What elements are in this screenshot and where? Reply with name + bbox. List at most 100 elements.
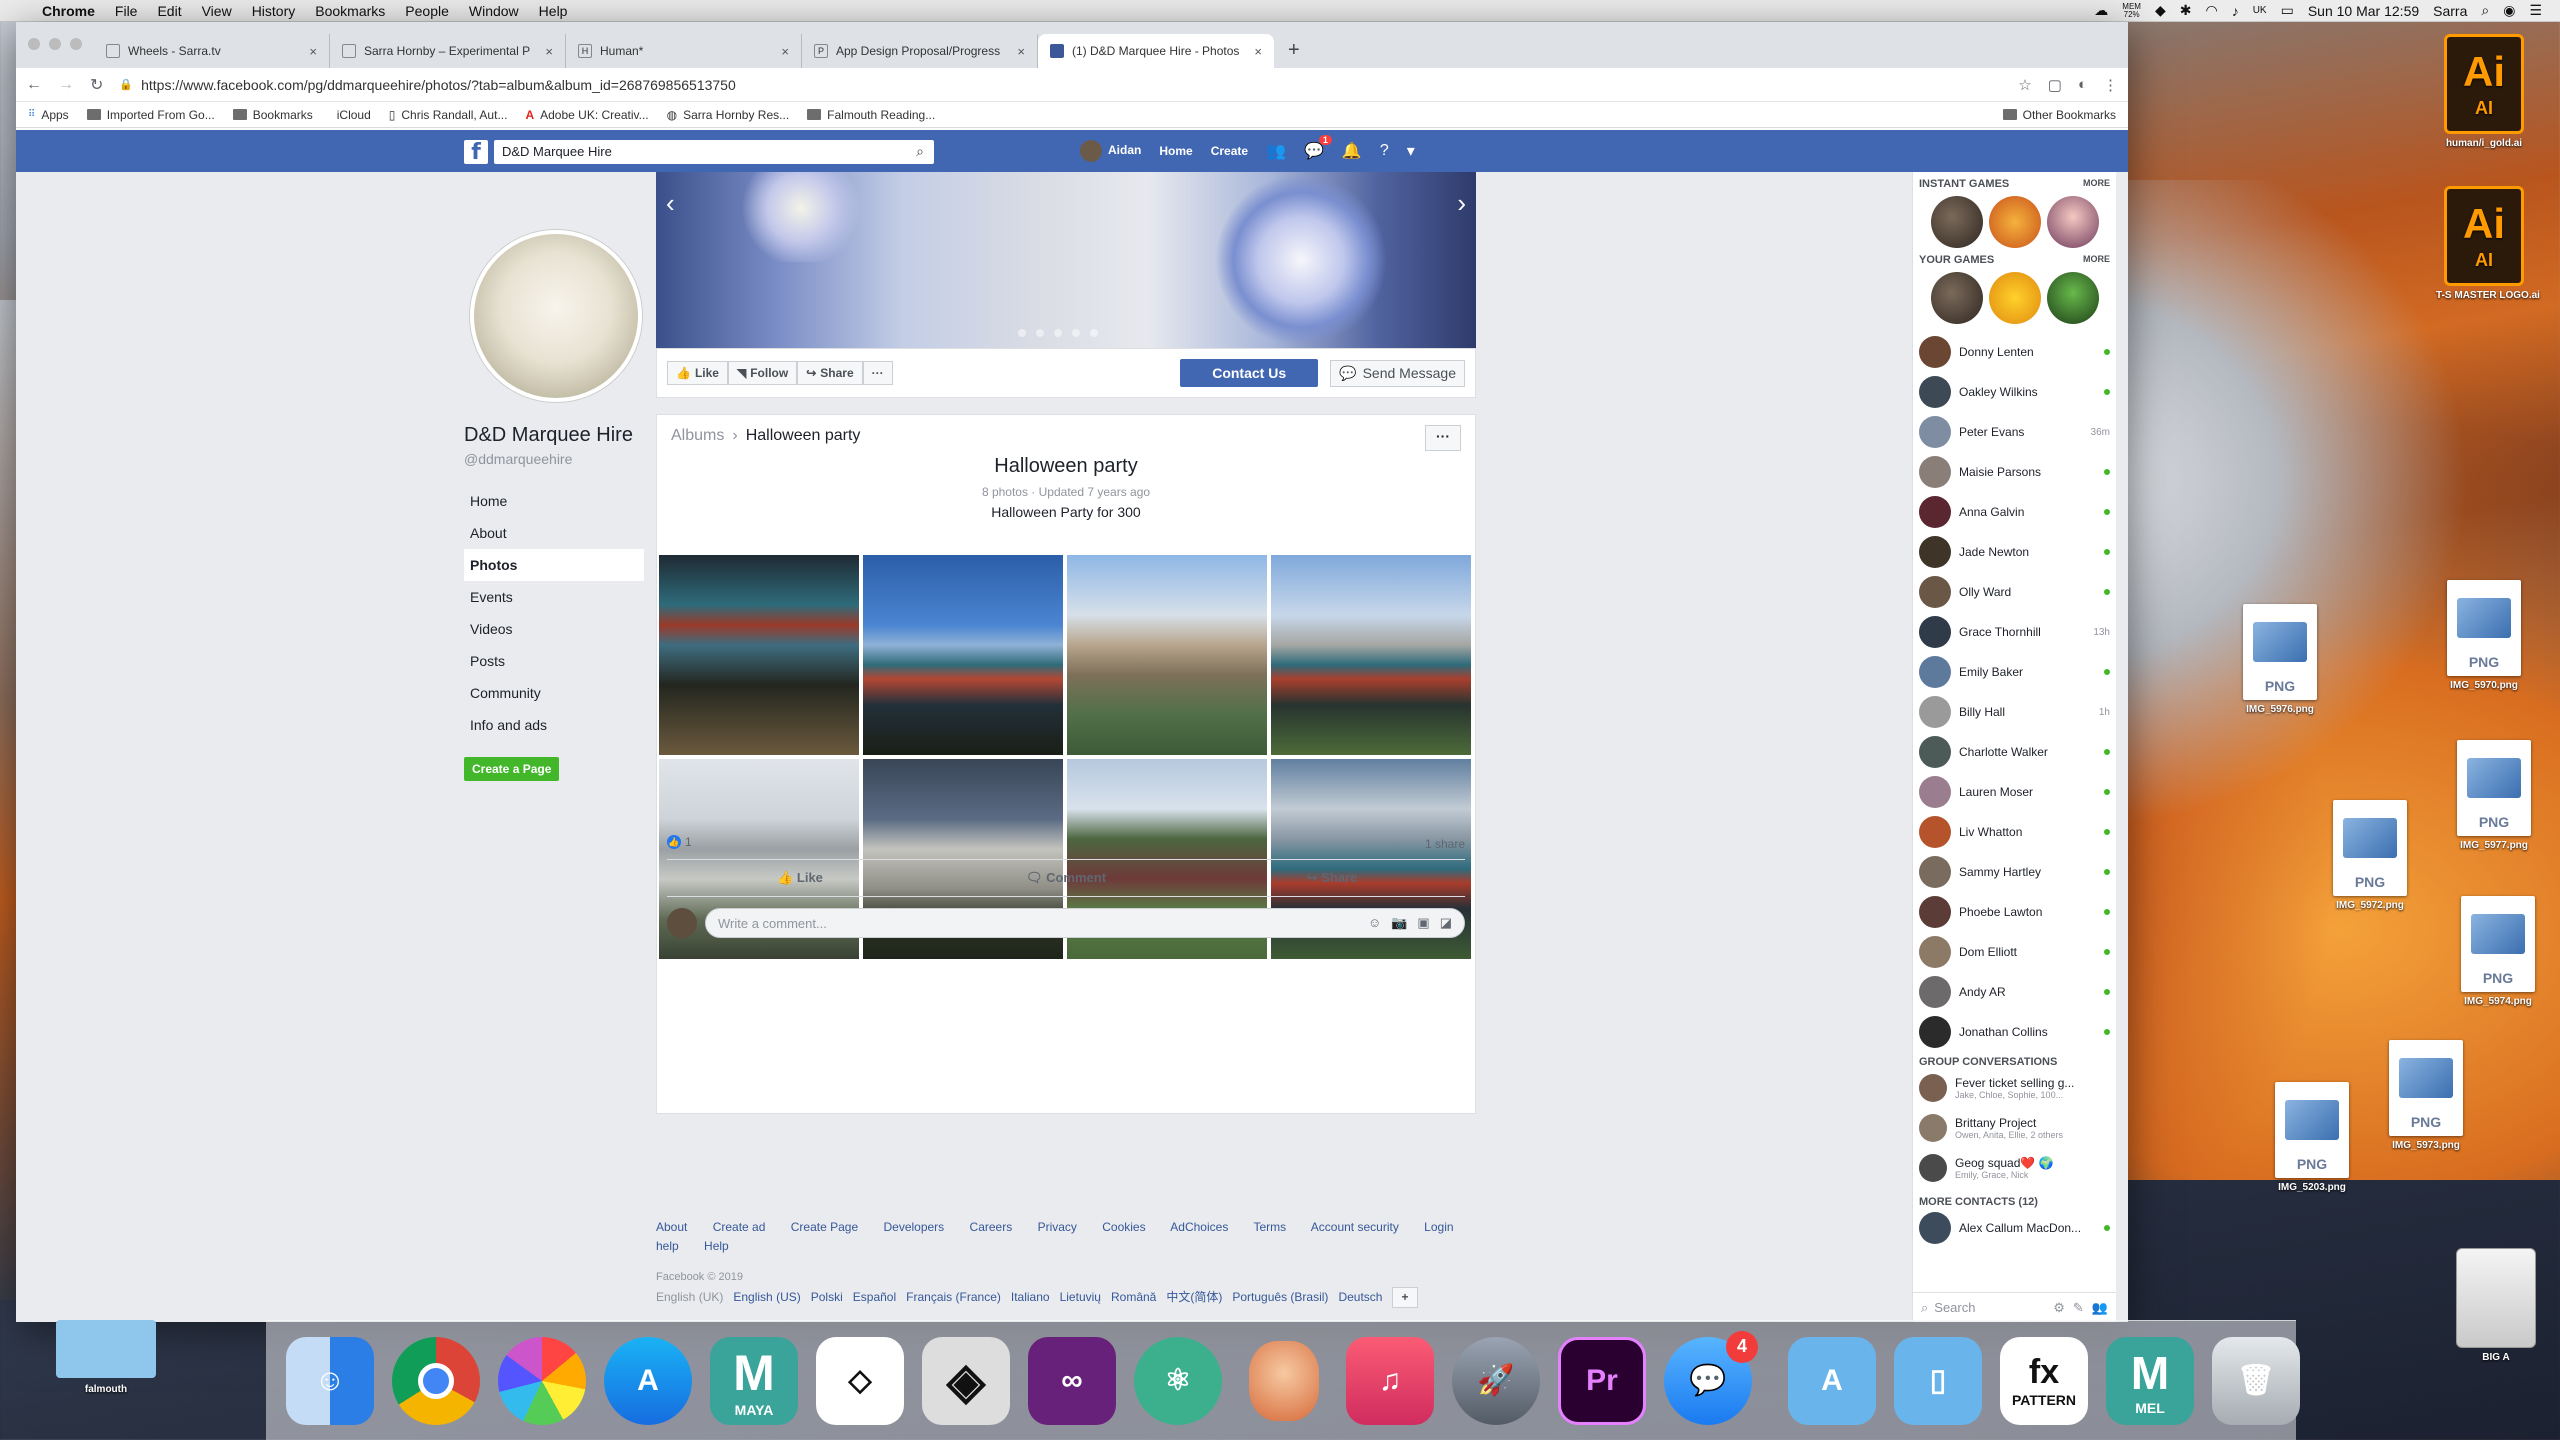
footer-link-developers[interactable]: Developers [883,1220,944,1234]
game-icon[interactable] [1989,196,2041,248]
album-more-button[interactable]: ··· [1425,425,1461,451]
album-photo[interactable] [1067,555,1267,755]
desktop-file-png[interactable]: PNG IMG_5977.png [2434,740,2554,851]
bookmark-imported[interactable]: Imported From Go... [86,108,215,122]
contact-row[interactable]: Olly Ward [1913,572,2116,612]
more-languages-button[interactable]: + [1392,1287,1418,1308]
menu-app-name[interactable]: Chrome [32,3,105,19]
language-link[interactable]: Português (Brasil) [1232,1290,1328,1304]
menu-edit[interactable]: Edit [147,3,191,19]
like-page-button[interactable]: 👍 Like [667,361,728,385]
pager-dot[interactable] [1054,329,1062,337]
desktop-file-ai[interactable]: Ai AI human/i_gold.ai [2444,34,2524,149]
gear-icon[interactable]: ⚙ [2053,1300,2065,1316]
contact-row[interactable]: Liv Whatton [1913,812,2116,852]
follow-button[interactable]: ◥ Follow [727,361,798,385]
notifications-bell-icon[interactable]: 🔔 [1342,141,1362,161]
language-link[interactable]: Italiano [1011,1290,1050,1304]
profile-icon[interactable]: ◐ [2078,76,2087,93]
friend-requests-icon[interactable]: 👥 [1266,141,1286,161]
contact-row[interactable]: Anna Galvin [1913,492,2116,532]
launchpad-icon[interactable]: 🚀 [1452,1336,1540,1425]
comment-input[interactable]: Write a comment... ☺ 📷 ▣ ◪ [705,908,1465,938]
language-link[interactable]: Lietuvių [1060,1290,1101,1304]
group-conversation[interactable]: Geog squad❤️ 🌍 Emily, Grace, Nick [1913,1148,2116,1188]
volume-icon[interactable]: ♪ [2232,3,2239,19]
footer-link-privacy[interactable]: Privacy [1038,1220,1077,1234]
messages-icon[interactable]: 💬 4 [1664,1330,1758,1425]
game-icon[interactable] [1931,196,1983,248]
bookmark-star-icon[interactable]: ☆ [2018,76,2031,94]
maya-icon[interactable]: M MAYA [710,1336,798,1425]
group-conversation[interactable]: Fever ticket selling g... Jake, Chloe, So… [1913,1068,2116,1108]
share-count[interactable]: 1 share [1425,837,1465,851]
emoji-icon[interactable]: ☺ [1368,915,1381,931]
pager-dot[interactable] [1072,329,1080,337]
tab-app-design[interactable]: P App Design Proposal/Progress × [802,34,1038,68]
trash-icon[interactable]: 🗑 [2212,1336,2300,1425]
desktop-folder[interactable]: falmouth [56,1320,156,1395]
nav-info-and-ads[interactable]: Info and ads [464,709,644,741]
cover-next-arrow-icon[interactable]: › [1457,188,1466,219]
nav-about[interactable]: About [464,517,644,549]
close-tab-icon[interactable]: × [1017,44,1025,59]
sticker-icon[interactable]: ◪ [1440,915,1452,931]
footer-link-create-ad[interactable]: Create ad [713,1220,766,1234]
nav-photos[interactable]: Photos [464,549,644,581]
input-flag[interactable]: UK [2253,5,2267,16]
back-arrow-icon[interactable]: ← [26,76,42,94]
applications-folder-icon[interactable]: A [1788,1336,1876,1425]
language-link[interactable]: Polski [811,1290,843,1304]
contact-row[interactable]: Charlotte Walker [1913,732,2116,772]
language-link[interactable]: 中文(简体) [1166,1290,1222,1304]
add-people-icon[interactable]: 👥 [2092,1300,2108,1316]
reaction-summary[interactable]: 👍 1 [667,835,692,849]
atom-icon[interactable]: ⚛ [1134,1336,1222,1425]
page-title[interactable]: D&D Marquee Hire [464,424,664,447]
contact-row[interactable]: Billy Hall 1h [1913,692,2116,732]
chat-search[interactable]: ⌕ Search ⚙ ✎ 👥 [1913,1292,2116,1322]
finder-icon[interactable]: ☺ [286,1336,374,1425]
contact-row[interactable]: Dom Elliott [1913,932,2116,972]
home-link[interactable]: Home [1159,144,1192,158]
facebook-search-input[interactable]: D&D Marquee Hire ⌕ [494,140,934,164]
music-icon[interactable]: ♫ [1346,1336,1434,1425]
album-photo[interactable] [659,555,859,755]
battery-icon[interactable]: ▭ [2281,2,2294,19]
bookmark-adobe[interactable]: A Adobe UK: Creativ... [525,108,648,122]
pattern-app-icon[interactable]: fx PATTERN [2000,1336,2088,1425]
tab-wheels[interactable]: Wheels - Sarra.tv × [94,34,330,68]
page-profile-picture[interactable] [470,230,642,402]
desktop-file-png[interactable]: PNG IMG_5203.png [2252,1082,2372,1193]
desktop-file-png[interactable]: PNG IMG_5976.png [2220,604,2340,715]
menu-view[interactable]: View [192,3,242,19]
bookmark-bookmarks[interactable]: Bookmarks [232,108,313,122]
tab-facebook-photos[interactable]: (1) D&D Marquee Hire - Photos × [1038,34,1274,68]
minimize-window-button[interactable] [49,38,61,50]
footer-link-adchoices[interactable]: AdChoices [1170,1220,1228,1234]
share-page-button[interactable]: ↪ Share [797,361,863,385]
bluetooth-icon[interactable]: ✱ [2180,2,2192,19]
help-icon[interactable]: ? [1380,142,1389,160]
new-tab-button[interactable]: + [1274,39,1314,68]
desktop-file-png[interactable]: PNG IMG_5970.png [2424,580,2544,691]
game-icon[interactable] [2047,272,2099,324]
game-icon[interactable] [1931,272,1983,324]
create-link[interactable]: Create [1211,144,1248,158]
footer-link-about[interactable]: About [656,1220,687,1234]
language-link[interactable]: Deutsch [1338,1290,1382,1304]
share-button[interactable]: ↪ Share [1199,870,1465,886]
more-link[interactable]: MORE [2083,178,2110,190]
desktop-file-ai[interactable]: Ai AI T-S MASTER LOGO.ai [2436,186,2548,301]
game-icon[interactable] [2047,196,2099,248]
camera-icon[interactable]: 📷 [1391,915,1407,931]
contact-row[interactable]: Phoebe Lawton [1913,892,2116,932]
menu-file[interactable]: File [105,3,148,19]
game-icon[interactable] [1989,272,2041,324]
creative-cloud-icon[interactable]: ☁ [2094,2,2108,19]
breadcrumb-albums[interactable]: Albums [671,427,724,444]
bookmark-chris-randall[interactable]: ▯ Chris Randall, Aut... [389,108,508,122]
search-icon[interactable]: ⌕ [916,143,924,160]
footer-link-cookies[interactable]: Cookies [1102,1220,1145,1234]
profile-link[interactable]: Aidan [1080,140,1141,162]
